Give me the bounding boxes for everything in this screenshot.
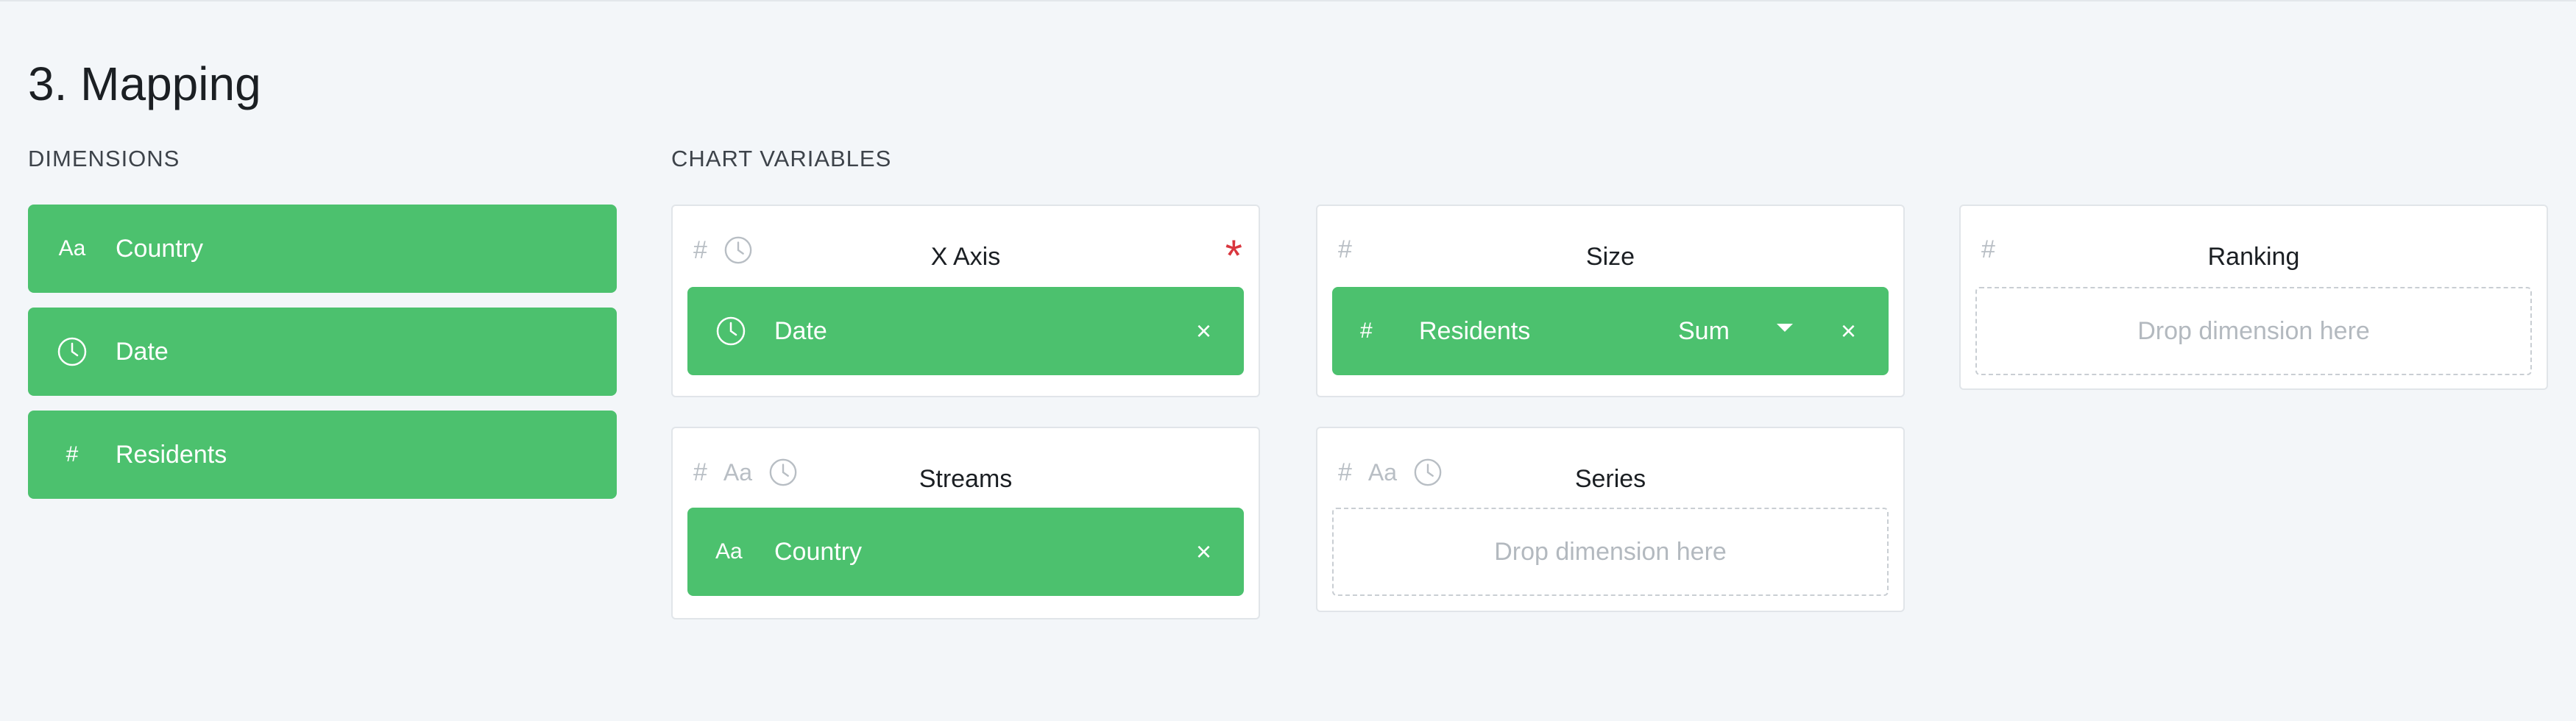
clock-icon: [28, 336, 116, 367]
dimension-label: Country: [116, 234, 204, 263]
dimensions-heading: DIMENSIONS: [28, 146, 180, 171]
aggregation-select[interactable]: Sum: [1678, 287, 1730, 375]
chip-label: Residents: [1419, 316, 1531, 345]
clock-icon: [715, 287, 746, 375]
page-title: 3. Mapping: [28, 57, 261, 110]
x-axis-chip-date[interactable]: Date ×: [687, 287, 1244, 375]
x-axis-card: # X Axis * Date ×: [671, 205, 1260, 397]
size-chip-residents[interactable]: # Residents Sum ×: [1332, 287, 1889, 375]
close-icon[interactable]: ×: [1841, 287, 1856, 375]
close-icon[interactable]: ×: [1196, 508, 1211, 596]
chevron-down-icon[interactable]: [1777, 324, 1793, 332]
text-type-icon: Aa: [715, 539, 743, 564]
ranking-drop-zone[interactable]: Drop dimension here: [1975, 287, 2532, 375]
dimension-residents[interactable]: # Residents: [28, 411, 617, 499]
chip-label: Date: [774, 316, 827, 345]
hash-icon: #: [1360, 319, 1373, 343]
size-card: # Size # Residents Sum ×: [1316, 205, 1905, 397]
ranking-card: # Ranking Drop dimension here: [1959, 205, 2548, 390]
chart-variables-heading: CHART VARIABLES: [671, 146, 892, 171]
streams-card: # Aa Streams Aa Country ×: [671, 427, 1260, 619]
ranking-title: Ranking: [2207, 243, 2300, 271]
chip-label: Country: [774, 537, 863, 566]
close-icon[interactable]: ×: [1196, 287, 1211, 375]
size-title: Size: [1585, 243, 1635, 271]
dimension-country[interactable]: Aa Country: [28, 205, 617, 293]
x-axis-title: X Axis: [930, 243, 1001, 271]
top-divider: [0, 0, 2576, 1]
hash-icon: #: [66, 442, 79, 466]
dimension-label: Residents: [116, 440, 227, 469]
text-type-icon: Aa: [58, 236, 86, 260]
streams-chip-country[interactable]: Aa Country ×: [687, 508, 1244, 596]
dimension-date[interactable]: Date: [28, 308, 617, 396]
dimension-label: Date: [116, 337, 169, 366]
series-card: # Aa Series Drop dimension here: [1316, 427, 1905, 612]
series-title: Series: [1574, 465, 1646, 493]
dimensions-list: Aa Country Date # Residents: [28, 205, 617, 514]
streams-title: Streams: [919, 465, 1013, 493]
required-asterisk-icon: *: [1225, 231, 1242, 280]
series-drop-zone[interactable]: Drop dimension here: [1332, 508, 1889, 596]
